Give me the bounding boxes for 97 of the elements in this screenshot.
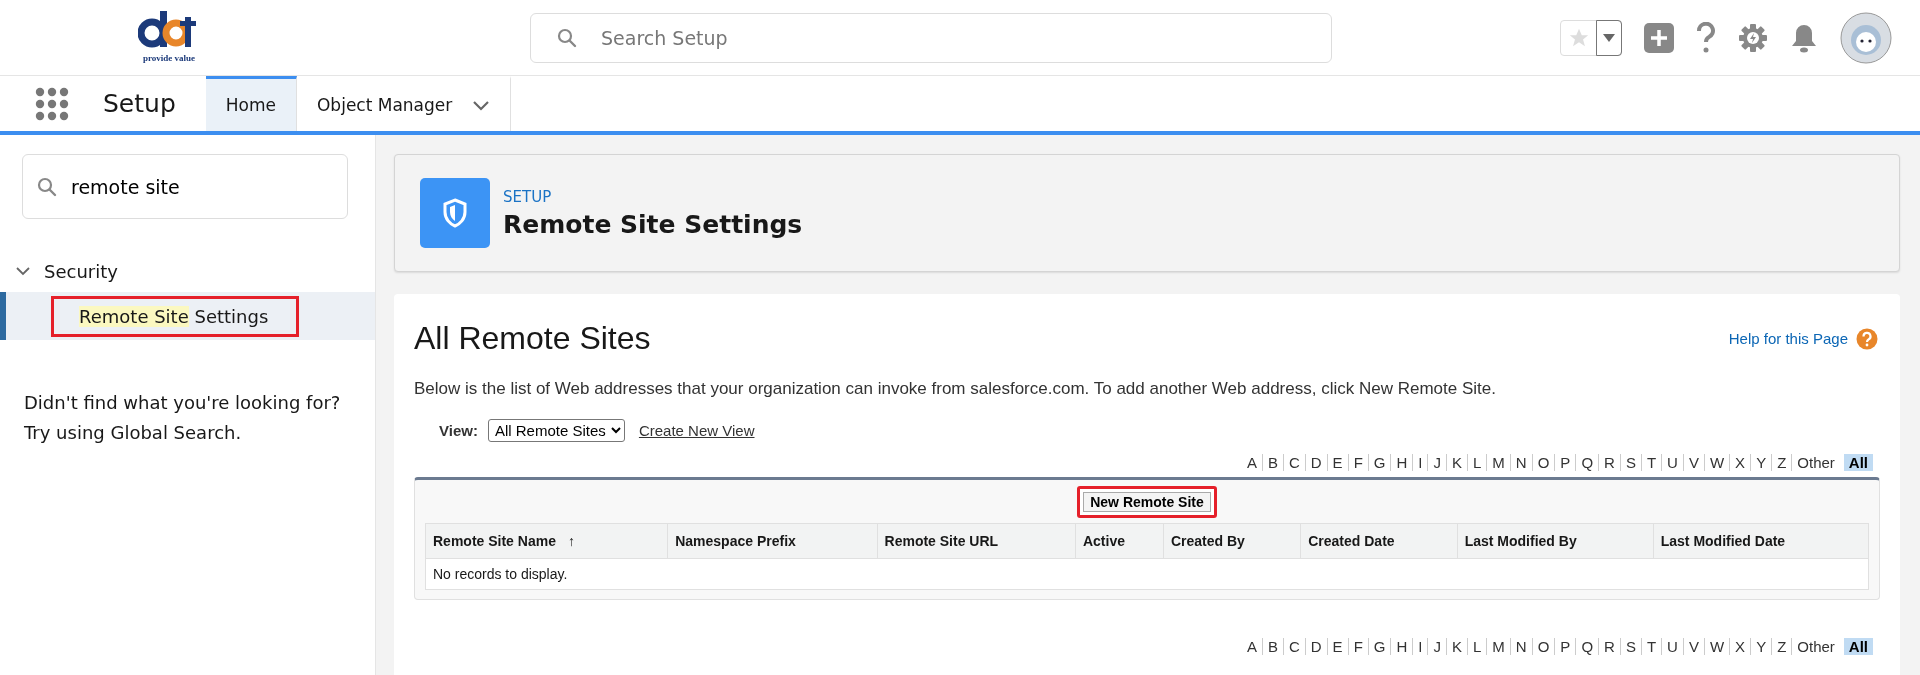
letter-filter[interactable]: Y [1750,454,1772,471]
letter-filter[interactable]: P [1554,454,1576,471]
chevron-icon[interactable] [16,267,30,276]
letter-filter[interactable]: X [1729,454,1751,471]
letter-filter[interactable]: W [1703,638,1730,655]
section-title: All Remote Sites [414,320,651,357]
letter-filter[interactable]: X [1729,638,1751,655]
view-label: View: [439,422,478,439]
letter-filter[interactable]: U [1661,638,1683,655]
letter-filter[interactable]: T [1640,638,1662,655]
help-icon [1856,327,1878,350]
letter-filter[interactable]: C [1282,638,1305,655]
app-name: Setup [103,89,176,118]
quick-find-field[interactable]: remote site [22,154,348,219]
column-header[interactable]: Last Modified By [1457,523,1654,559]
letter-filter[interactable]: L [1467,454,1487,471]
column-header[interactable]: Last Modified Date [1653,523,1869,559]
nav-tab[interactable]: Home [205,76,297,131]
letter-filter[interactable]: U [1661,454,1683,471]
letter-filter[interactable]: O [1531,454,1555,471]
letter-filter[interactable]: All [1843,638,1873,655]
column-header[interactable]: Created By [1163,523,1301,559]
letter-filter[interactable]: C [1282,454,1305,471]
column-header[interactable]: Active [1075,523,1164,559]
breadcrumb: SETUP [503,187,553,206]
letter-filter[interactable]: V [1682,638,1704,655]
letter-filter[interactable]: A [1241,638,1262,655]
search-icon [37,176,57,197]
letter-filter[interactable]: K [1446,454,1467,471]
description: Below is the list of Web addresses that your organization can invoke from salesforce.com. To add another Web address, click New Remote Site. [414,379,1497,399]
letter-filter[interactable]: H [1390,638,1413,655]
view-select[interactable]: All Remote Sites [487,419,625,442]
letter-filter[interactable]: P [1554,638,1576,655]
nav-tab[interactable]: Object Manager [297,76,512,131]
letter-filter[interactable]: Q [1575,638,1599,655]
letter-filter[interactable]: Y [1750,638,1772,655]
letter-filter[interactable]: W [1703,454,1730,471]
letter-filter[interactable]: B [1261,638,1283,655]
letter-filter[interactable]: J [1427,454,1446,471]
favorites-button[interactable] [1560,19,1622,56]
page-title: Remote Site Settings [503,209,803,239]
add-icon[interactable] [1644,22,1674,53]
letter-filter[interactable]: F [1347,454,1368,471]
company-logo[interactable]: provide value [133,6,205,69]
letter-filter[interactable]: G [1367,638,1391,655]
create-view-link[interactable]: Create New View [638,422,755,439]
quick-find-input[interactable]: remote site [69,155,347,218]
chevron-icon[interactable] [472,99,491,111]
letter-filter[interactable]: I [1412,454,1428,471]
letter-filter[interactable]: J [1427,638,1446,655]
letter-filter[interactable]: Q [1575,454,1599,471]
letter-filter[interactable]: M [1486,454,1510,471]
help-link[interactable]: Help for this Page [1728,327,1878,350]
letter-filter[interactable]: N [1509,638,1532,655]
letter-filter[interactable]: H [1390,454,1413,471]
letter-filter[interactable]: E [1326,638,1348,655]
letter-filter[interactable]: Other [1791,638,1840,655]
tree-group-label[interactable]: Security [44,261,118,282]
empty-message: No records to display. [425,558,1869,590]
shield-icon [420,178,490,248]
new-remote-site-button[interactable]: New Remote Site [1077,486,1217,518]
caret-icon[interactable] [1603,33,1615,42]
letter-filter[interactable]: L [1467,638,1487,655]
letter-filter[interactable]: S [1619,454,1641,471]
letter-filter[interactable]: A [1241,454,1262,471]
letter-filter[interactable]: All [1843,454,1873,471]
letter-filter[interactable]: T [1640,454,1662,471]
column-header[interactable]: Remote Site Name ↑ [425,523,668,559]
letter-filter[interactable]: I [1412,638,1428,655]
app-launcher-icon[interactable] [35,86,69,121]
letter-filter[interactable]: Other [1791,454,1840,471]
letter-filter[interactable]: Z [1771,638,1792,655]
letter-filter[interactable]: K [1446,638,1467,655]
letter-filter[interactable]: D [1304,638,1327,655]
letter-filter[interactable]: S [1619,638,1641,655]
notifications-icon[interactable] [1790,22,1818,53]
search-icon [557,27,577,48]
letter-filter[interactable]: O [1531,638,1555,655]
letter-filter[interactable]: R [1598,454,1620,471]
letter-filter[interactable]: N [1509,454,1532,471]
help-text: Didn't find what you're looking for? Try using Global Search. [24,391,342,445]
letter-filter[interactable]: Z [1771,454,1792,471]
letter-filter[interactable]: R [1598,638,1620,655]
letter-filter[interactable]: M [1486,638,1510,655]
help-icon[interactable] [1696,21,1716,54]
avatar-icon[interactable] [1840,11,1892,64]
column-header[interactable]: Namespace Prefix [667,523,878,559]
letter-filter[interactable]: E [1326,454,1348,471]
settings-icon[interactable] [1738,22,1768,53]
letter-filter[interactable]: G [1367,454,1391,471]
letter-filter[interactable]: D [1304,454,1327,471]
column-header[interactable]: Remote Site URL [877,523,1076,559]
tree-item-link[interactable]: Remote Site Settings [51,295,300,337]
letter-filter[interactable]: V [1682,454,1704,471]
letter-filter[interactable]: B [1261,454,1283,471]
column-header[interactable]: Created Date [1300,523,1458,559]
letter-filter[interactable]: F [1347,638,1368,655]
